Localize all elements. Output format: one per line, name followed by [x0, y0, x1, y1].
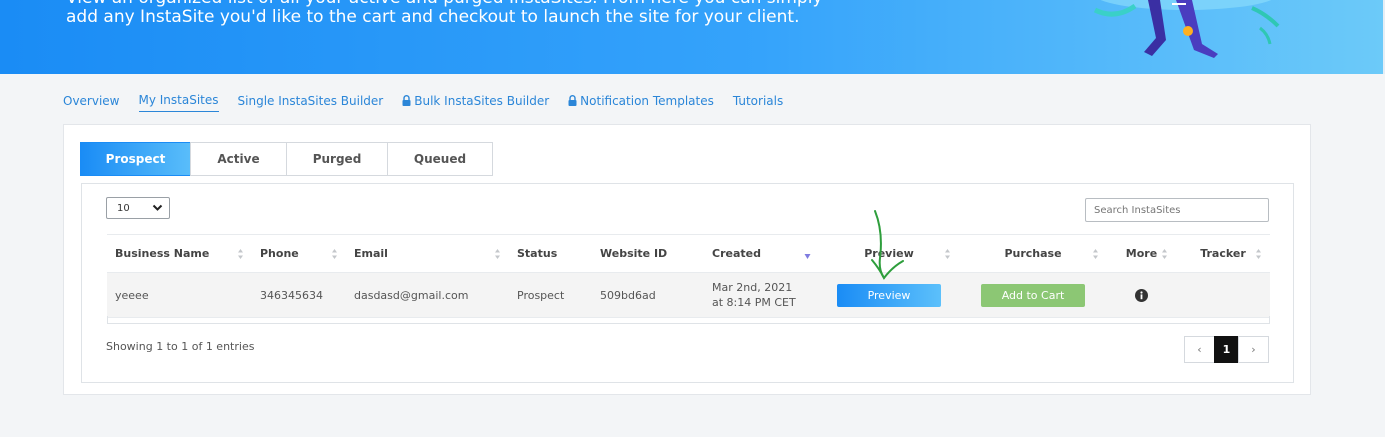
tab-label: Bulk InstaSites Builder	[414, 93, 550, 108]
table-scroll-edge	[107, 316, 1270, 324]
pagination: ‹ 1 ›	[1184, 336, 1269, 363]
table-header-row: Business Name Phone Email Status Website…	[107, 234, 1270, 273]
table-info: Showing 1 to 1 of 1 entries	[106, 340, 255, 353]
column-label: Status	[517, 247, 558, 260]
chevron-down-icon	[152, 204, 163, 211]
column-header-phone[interactable]: Phone	[252, 235, 346, 273]
column-header-email[interactable]: Email	[346, 235, 509, 273]
table-row: yeeee 346345634 dasdasd@gmail.com Prospe…	[107, 272, 1270, 318]
sort-icon	[1093, 249, 1098, 259]
status-tab-queued[interactable]: Queued	[387, 142, 493, 176]
cell-created: Mar 2nd, 2021 at 8:14 PM CET	[704, 273, 819, 318]
tab-single-instasites-builder[interactable]: Single InstaSites Builder	[238, 93, 384, 112]
created-date: Mar 2nd, 2021	[712, 281, 793, 294]
column-label: Tracker	[1200, 247, 1246, 260]
status-tab-purged[interactable]: Purged	[286, 142, 388, 176]
sort-icon	[1256, 249, 1261, 259]
column-header-business-name[interactable]: Business Name	[107, 235, 252, 273]
add-to-cart-button[interactable]: Add to Cart	[981, 283, 1085, 307]
search-input[interactable]	[1085, 198, 1269, 222]
page-length-select[interactable]: 10	[106, 197, 170, 219]
cell-preview: Preview	[819, 273, 959, 318]
tab-label: Tutorials	[732, 93, 784, 108]
hero-illustration	[1093, 0, 1280, 58]
tab-tutorials[interactable]: Tutorials	[733, 93, 783, 112]
column-label: More	[1125, 247, 1158, 260]
tab-notification-templates[interactable]: Notification Templates	[568, 93, 714, 112]
column-header-preview[interactable]: Preview	[819, 235, 959, 273]
cell-tracker	[1176, 273, 1270, 318]
column-label: Purchase	[1004, 247, 1062, 260]
tab-bulk-instasites-builder[interactable]: Bulk InstaSites Builder	[402, 93, 549, 112]
sort-descending-icon	[804, 254, 811, 259]
column-label: Business Name	[115, 247, 210, 260]
column-header-purchase[interactable]: Purchase	[959, 235, 1107, 273]
tab-overview[interactable]: Overview	[63, 93, 120, 112]
cell-email: dasdasd@gmail.com	[354, 288, 469, 302]
pagination-page-1[interactable]: 1	[1214, 336, 1239, 363]
column-header-more[interactable]: More	[1107, 235, 1176, 273]
sort-icon	[495, 249, 500, 259]
column-label: Preview	[864, 247, 914, 260]
created-time: at 8:14 PM CET	[712, 296, 796, 309]
cell-status: Prospect	[517, 288, 565, 302]
instasites-table: Business Name Phone Email Status Website…	[107, 234, 1270, 318]
column-label: Created	[712, 247, 761, 260]
hero-description-line-2: add any InstaSite you'd like to the cart…	[66, 7, 800, 27]
column-label: Phone	[260, 247, 299, 260]
sub-navigation: Overview My InstaSites Single InstaSites…	[63, 93, 783, 112]
lock-icon	[568, 95, 577, 106]
sort-icon	[945, 249, 950, 259]
tab-my-instasites[interactable]: My InstaSites	[138, 93, 219, 112]
tab-label: Overview	[63, 93, 120, 108]
status-tab-active[interactable]: Active	[190, 142, 287, 176]
column-header-status[interactable]: Status	[509, 235, 592, 273]
cell-website-id: 509bd6ad	[600, 288, 656, 302]
status-tab-prospect[interactable]: Prospect	[80, 142, 191, 176]
lock-icon	[402, 95, 411, 106]
pagination-next-button[interactable]: ›	[1238, 336, 1269, 363]
info-icon[interactable]	[1135, 288, 1148, 302]
page-length-value: 10	[117, 202, 130, 214]
column-label: Website ID	[600, 247, 668, 260]
cell-phone: 346345634	[260, 288, 323, 302]
sort-icon	[238, 249, 243, 259]
column-label: Email	[354, 247, 388, 260]
column-header-website-id[interactable]: Website ID	[592, 235, 704, 273]
sort-icon	[332, 249, 337, 259]
hero-banner: View an organized list of all your activ…	[0, 0, 1385, 74]
tab-label: Single InstaSites Builder	[237, 93, 384, 108]
cell-business-name: yeeee	[115, 288, 149, 302]
tab-label: My InstaSites	[138, 93, 219, 107]
column-header-created[interactable]: Created	[704, 235, 819, 273]
table-panel: 10 Business Name Phone Email Status Webs…	[81, 183, 1294, 383]
sort-icon	[1162, 249, 1167, 259]
tab-label: Notification Templates	[580, 93, 714, 108]
column-header-tracker[interactable]: Tracker	[1176, 235, 1270, 273]
instasites-card: Prospect Active Purged Queued 10 Busines…	[63, 124, 1311, 395]
status-tabs: Prospect Active Purged Queued	[80, 142, 493, 176]
cell-more	[1107, 273, 1176, 318]
preview-button[interactable]: Preview	[837, 283, 941, 307]
cell-purchase: Add to Cart	[959, 273, 1107, 318]
pagination-previous-button[interactable]: ‹	[1184, 336, 1215, 363]
